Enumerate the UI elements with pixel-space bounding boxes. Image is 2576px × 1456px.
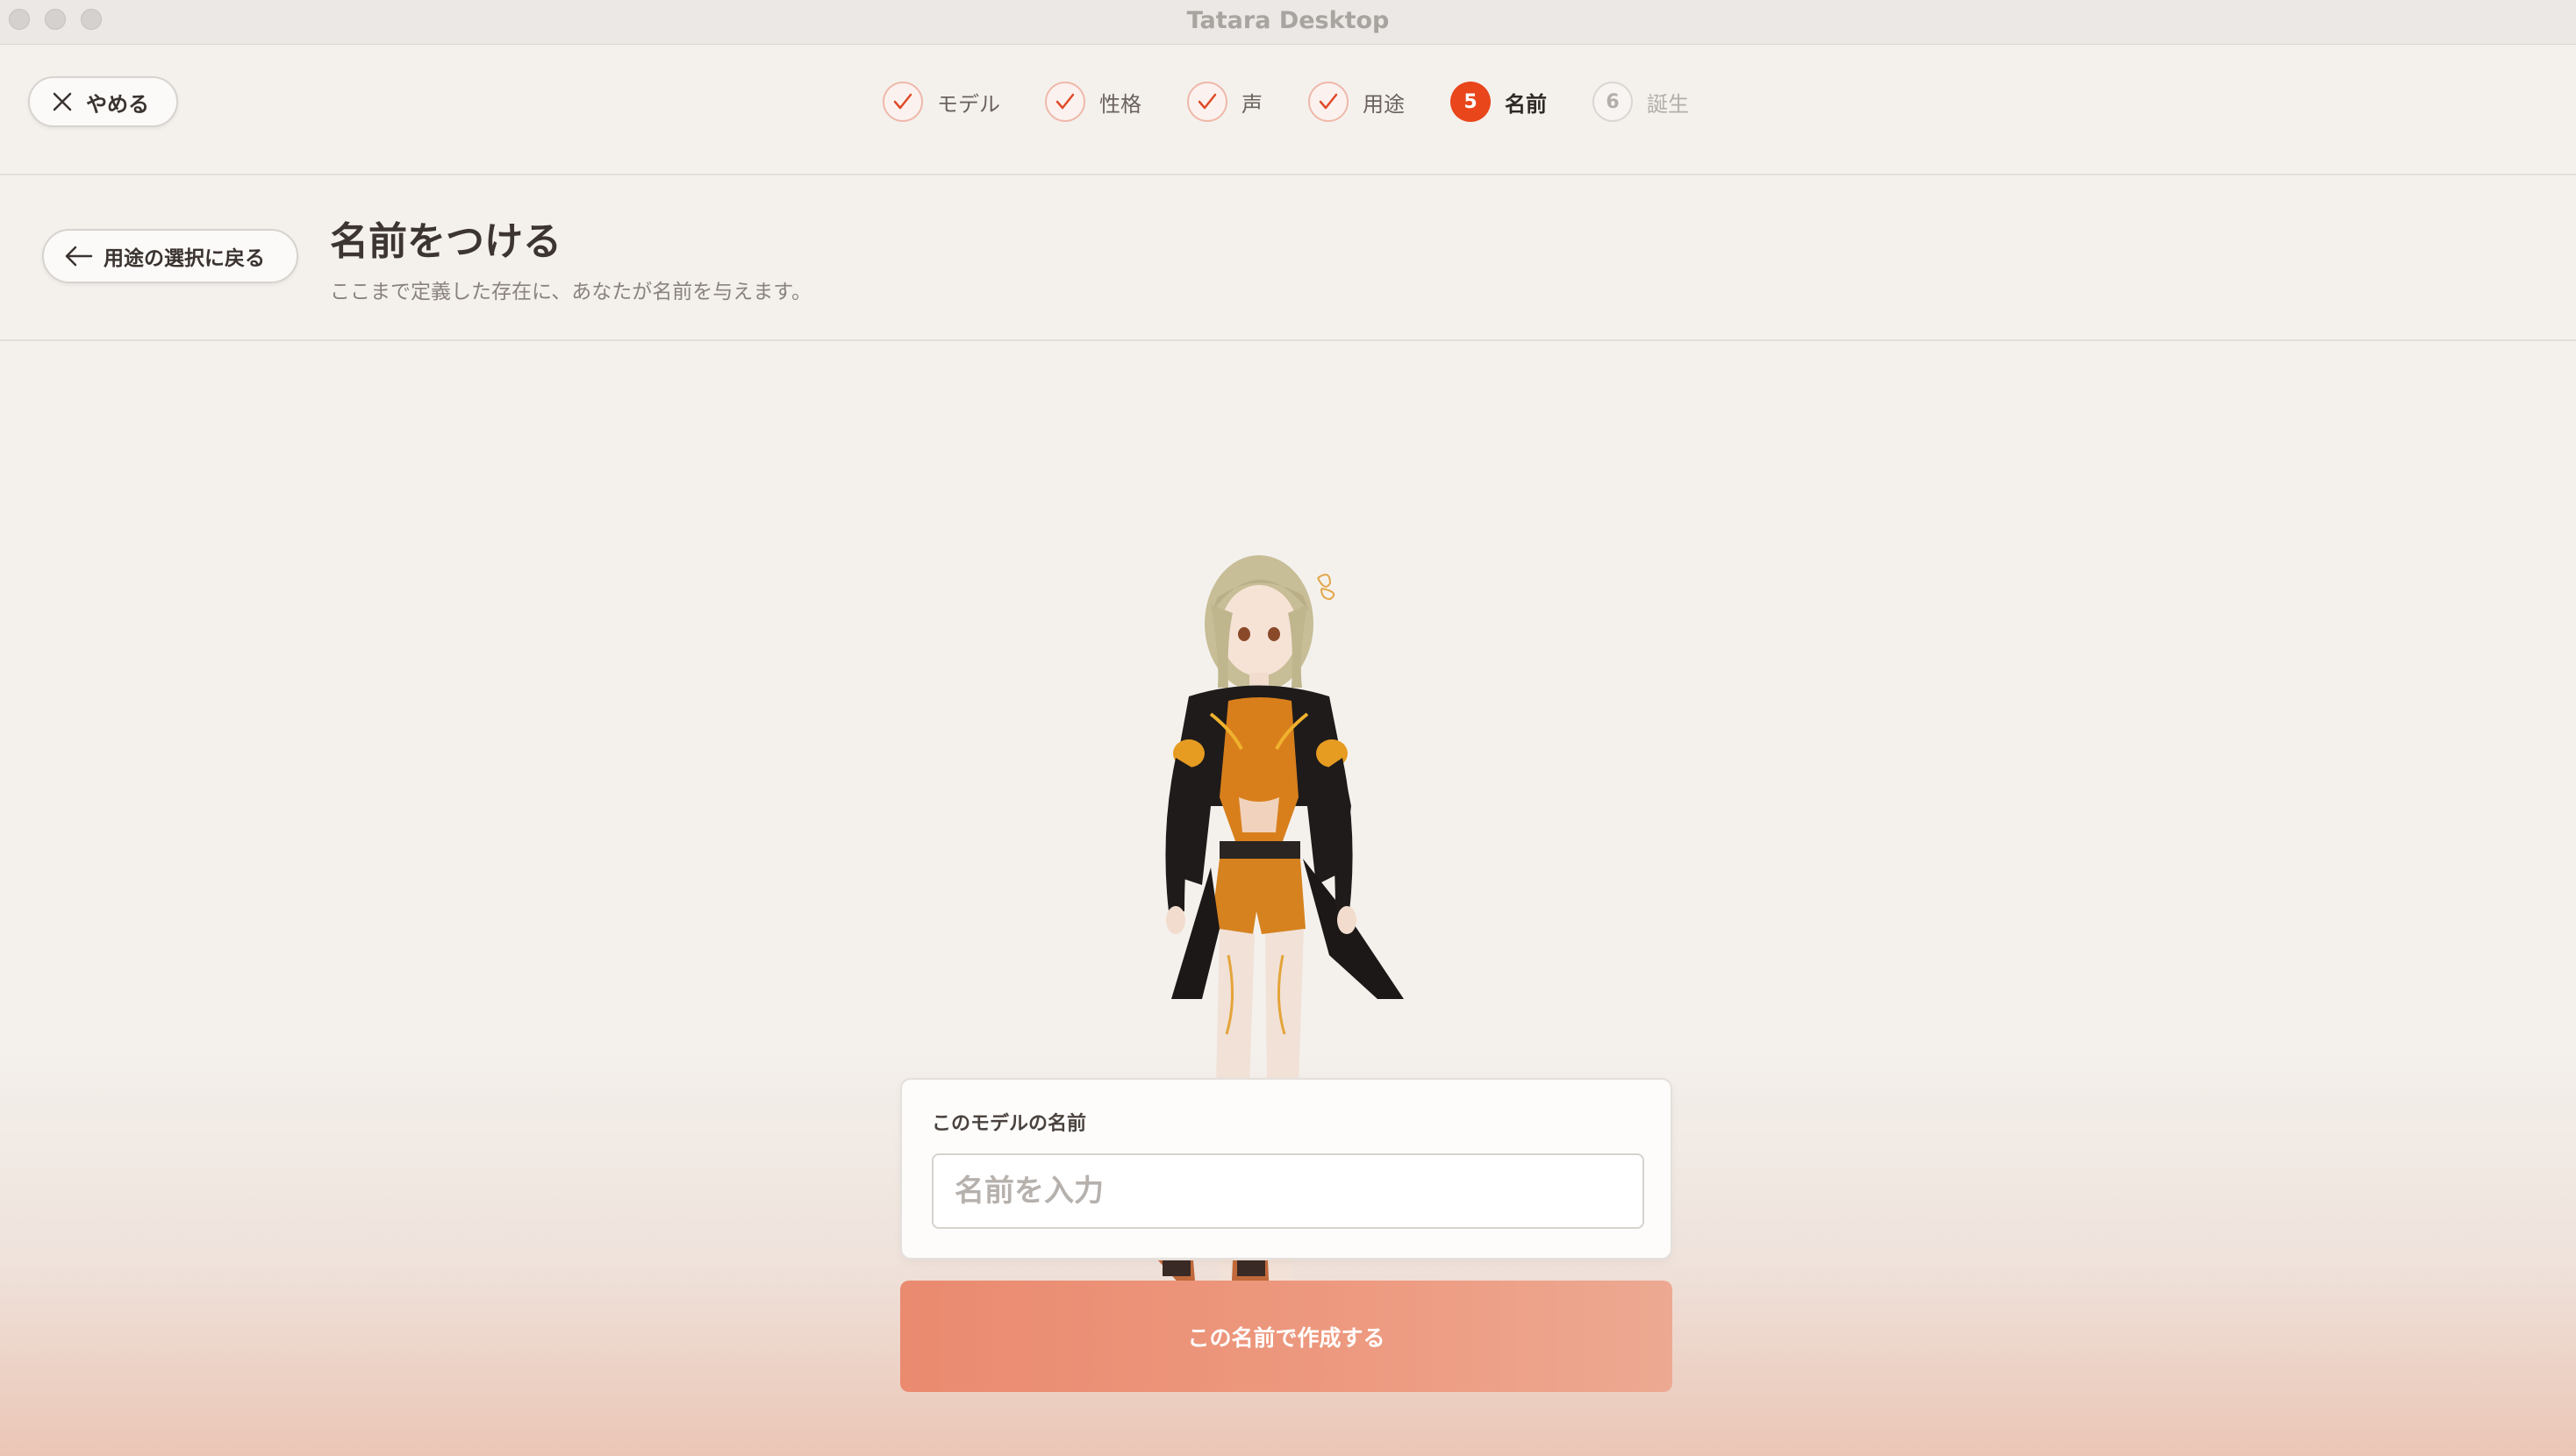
step-birth[interactable]: 6 誕生	[1592, 82, 1689, 122]
step-label: 性格	[1099, 91, 1141, 117]
step-label: 用途	[1363, 91, 1405, 117]
check-icon	[1308, 82, 1349, 122]
step-voice[interactable]: 声	[1187, 82, 1263, 122]
create-with-name-button[interactable]: この名前で作成する	[900, 1281, 1672, 1392]
quit-button[interactable]: やめる	[28, 76, 178, 127]
page-subtitle: ここまで定義した存在に、あなたが名前を与えます。	[330, 281, 812, 303]
name-form-card: このモデルの名前	[900, 1078, 1672, 1260]
wizard-header: やめる モデル 性格 声 用途 5 名前 6 誕生	[0, 45, 2576, 175]
check-icon	[1045, 82, 1085, 122]
check-icon	[883, 82, 923, 122]
check-icon	[1187, 82, 1227, 122]
close-icon	[53, 92, 72, 111]
step-model[interactable]: モデル	[883, 82, 1000, 122]
back-button-label: 用途の選択に戻る	[104, 247, 265, 270]
step-label: 誕生	[1647, 91, 1689, 117]
back-button[interactable]: 用途の選択に戻る	[42, 229, 298, 283]
window-titlebar: Tatara Desktop	[0, 0, 2576, 45]
name-field-label: このモデルの名前	[932, 1113, 1087, 1135]
step-label: 名前	[1505, 91, 1547, 117]
step-number: 6	[1592, 82, 1633, 122]
step-purpose[interactable]: 用途	[1308, 82, 1405, 122]
step-personality[interactable]: 性格	[1045, 82, 1141, 122]
step-number: 5	[1450, 82, 1491, 122]
quit-button-label: やめる	[86, 91, 149, 117]
step-label: 声	[1241, 91, 1263, 117]
page-title: 名前をつける	[330, 219, 562, 264]
name-input[interactable]	[932, 1153, 1644, 1229]
step-label: モデル	[937, 91, 1000, 117]
step-name[interactable]: 5 名前	[1450, 82, 1547, 122]
arrow-left-icon	[65, 246, 93, 267]
page-header: 用途の選択に戻る 名前をつける ここまで定義した存在に、あなたが名前を与えます。	[0, 175, 2576, 341]
window-title: Tatara Desktop	[1186, 7, 1390, 34]
